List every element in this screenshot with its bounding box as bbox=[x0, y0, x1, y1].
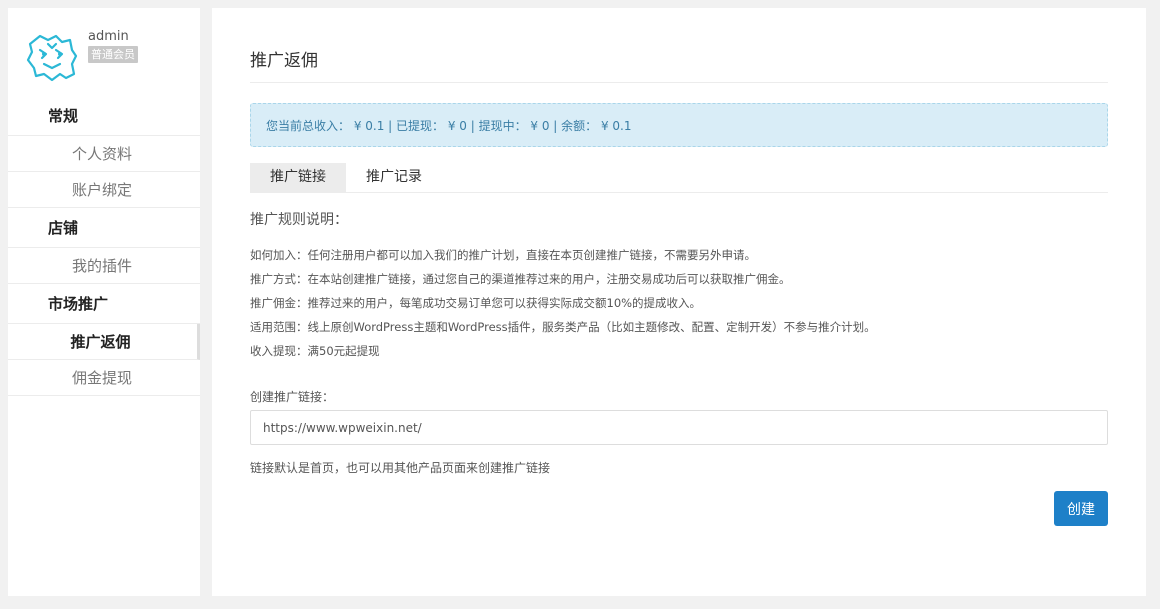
member-level-badge: 普通会员 bbox=[88, 46, 138, 63]
tab-bar: 推广链接 推广记录 bbox=[250, 163, 1108, 193]
sidebar-item-my-plugins[interactable]: 我的插件 bbox=[8, 248, 200, 284]
sidebar-item-profile[interactable]: 个人资料 bbox=[8, 136, 200, 172]
main-content: 推广返佣 您当前总收入： ¥ 0.1 | 已提现： ¥ 0 | 提现中： ¥ 0… bbox=[250, 8, 1108, 531]
sidebar-nav: 常规 个人资料 账户绑定 店铺 我的插件 市场推广 推广返佣 佣金提现 bbox=[8, 96, 200, 396]
nav-group-shop: 店铺 bbox=[8, 208, 200, 248]
tab-referral-link[interactable]: 推广链接 bbox=[250, 163, 346, 192]
tiger-logo-icon bbox=[26, 34, 78, 82]
button-row: 创建 bbox=[250, 491, 1108, 531]
link-hint: 链接默认是首页，也可以用其他产品页面来创建推广链接 bbox=[250, 461, 551, 475]
rule-item: 推广方式：在本站创建推广链接，通过您自己的渠道推荐过来的用户，注册交易成功后可以… bbox=[250, 272, 791, 286]
username: admin bbox=[88, 29, 129, 44]
sidebar-item-label: 个人资料 bbox=[71, 145, 132, 163]
sidebar-item-label: 推广返佣 bbox=[70, 333, 131, 351]
sidebar-item-label: 佣金提现 bbox=[71, 369, 132, 387]
sidebar-item-withdraw[interactable]: 佣金提现 bbox=[8, 360, 200, 396]
create-link-label: 创建推广链接： bbox=[250, 390, 335, 404]
rules-title: 推广规则说明： bbox=[250, 212, 348, 228]
rule-item: 适用范围：线上原创WordPress主题和WordPress插件，服务类产品（比… bbox=[250, 320, 876, 334]
page-title: 推广返佣 bbox=[250, 46, 1108, 83]
rules-list: 如何加入：任何注册用户都可以加入我们的推广计划，直接在本页创建推广链接，不需要另… bbox=[250, 243, 1108, 363]
main-panel: 推广返佣 您当前总收入： ¥ 0.1 | 已提现： ¥ 0 | 提现中： ¥ 0… bbox=[212, 8, 1146, 596]
sidebar-item-label: 账户绑定 bbox=[71, 181, 132, 199]
rule-item: 如何加入：任何注册用户都可以加入我们的推广计划，直接在本页创建推广链接，不需要另… bbox=[250, 248, 756, 262]
rule-item: 推广佣金：推荐过来的用户，每笔成功交易订单您可以获得实际成交额10%的提成收入。 bbox=[250, 296, 702, 310]
user-panel: admin 普通会员 bbox=[8, 8, 200, 96]
create-button[interactable]: 创建 bbox=[1054, 491, 1108, 526]
sidebar: admin 普通会员 常规 个人资料 账户绑定 店铺 我的插件 市场推广 推广返… bbox=[8, 8, 200, 596]
nav-group-general: 常规 bbox=[8, 96, 200, 136]
rule-item: 收入提现：满50元起提现 bbox=[250, 344, 380, 358]
income-summary: 您当前总收入： ¥ 0.1 | 已提现： ¥ 0 | 提现中： ¥ 0 | 余额… bbox=[250, 103, 1108, 147]
tab-referral-records[interactable]: 推广记录 bbox=[346, 163, 442, 192]
sidebar-item-account-binding[interactable]: 账户绑定 bbox=[8, 172, 200, 208]
referral-url-input[interactable] bbox=[250, 410, 1108, 445]
sidebar-item-label: 我的插件 bbox=[71, 257, 132, 275]
nav-group-marketing: 市场推广 bbox=[8, 284, 200, 324]
sidebar-item-referral-commission[interactable]: 推广返佣 bbox=[8, 324, 200, 360]
